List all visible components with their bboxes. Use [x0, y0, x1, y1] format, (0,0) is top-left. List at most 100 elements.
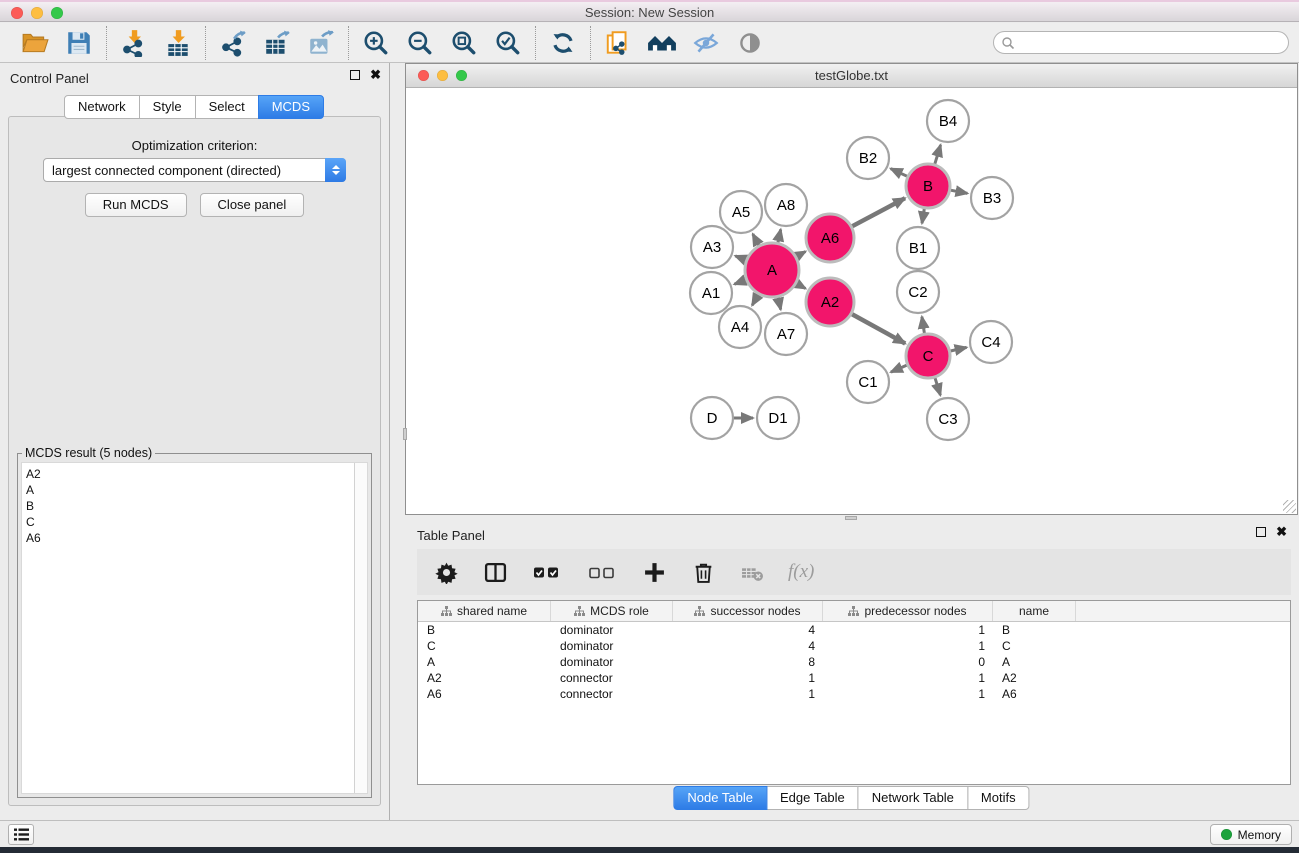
home-pages-button[interactable]	[646, 27, 678, 59]
run-mcds-button[interactable]: Run MCDS	[85, 193, 187, 217]
node-A7[interactable]: A7	[765, 313, 807, 355]
edge-A-A3[interactable]	[735, 256, 746, 260]
node-B[interactable]: B	[906, 164, 950, 208]
list-item[interactable]: B	[26, 498, 367, 514]
zoom-fit-button[interactable]	[448, 27, 480, 59]
edge-B-B3[interactable]	[951, 190, 968, 193]
vertical-split-handle[interactable]	[403, 428, 407, 440]
cell-predecessor-nodes[interactable]: 1	[823, 622, 993, 638]
list-item[interactable]: C	[26, 514, 367, 530]
node-C2[interactable]: C2	[897, 271, 939, 313]
zoom-out-button[interactable]	[404, 27, 436, 59]
import-table-button[interactable]	[162, 27, 194, 59]
show-graphics-details-button[interactable]	[734, 27, 766, 59]
delete-row-button[interactable]	[690, 559, 716, 585]
cell-mcds-role[interactable]: connector	[551, 670, 673, 686]
tab-network-table[interactable]: Network Table	[858, 786, 968, 810]
node-B1[interactable]: B1	[897, 227, 939, 269]
network-canvas[interactable]: B4B2BB3A8A5A6A3B1AC2A1A2A4A7C4CC1DD1C3	[406, 89, 1297, 515]
table-row[interactable]: C dominator 4 1 C	[418, 638, 1290, 654]
column-settings-button[interactable]	[433, 559, 459, 585]
cell-predecessor-nodes[interactable]: 1	[823, 638, 993, 654]
edge-A-A6[interactable]	[797, 252, 806, 257]
list-item[interactable]: A6	[26, 530, 367, 546]
node-A1[interactable]: A1	[690, 272, 732, 314]
column-header-successor-nodes[interactable]: successor nodes	[673, 601, 823, 621]
cell-shared-name[interactable]: A	[418, 654, 551, 670]
edge-A-A1[interactable]	[734, 280, 745, 284]
hide-graphics-details-button[interactable]	[690, 27, 722, 59]
edge-B-B1[interactable]	[922, 209, 924, 224]
cell-name[interactable]: C	[993, 638, 1076, 654]
column-header-predecessor-nodes[interactable]: predecessor nodes	[823, 601, 993, 621]
show-tasks-button[interactable]	[8, 824, 34, 845]
node-A4[interactable]: A4	[719, 306, 761, 348]
float-panel-icon[interactable]	[1256, 527, 1266, 537]
edge-C-C4[interactable]	[951, 347, 967, 351]
edge-C-C3[interactable]	[935, 378, 940, 395]
edge-A-A4[interactable]	[752, 294, 758, 305]
cell-name[interactable]: A	[993, 654, 1076, 670]
cell-mcds-role[interactable]: dominator	[551, 638, 673, 654]
cell-shared-name[interactable]: A2	[418, 670, 551, 686]
clone-network-button[interactable]	[602, 27, 634, 59]
edge-C-C1[interactable]	[891, 365, 907, 372]
criterion-select[interactable]: largest connected component (directed)	[43, 158, 346, 182]
cell-successor-nodes[interactable]: 1	[673, 670, 823, 686]
node-A[interactable]: A	[745, 243, 799, 297]
cell-name[interactable]: A6	[993, 686, 1076, 702]
column-header-mcds-role[interactable]: MCDS role	[551, 601, 673, 621]
zoom-in-button[interactable]	[360, 27, 392, 59]
node-D1[interactable]: D1	[757, 397, 799, 439]
close-panel-button[interactable]: Close panel	[200, 193, 305, 217]
import-network-button[interactable]	[118, 27, 150, 59]
close-panel-icon[interactable]: ✖	[1276, 527, 1287, 537]
cell-shared-name[interactable]: C	[418, 638, 551, 654]
edge-A-A7[interactable]	[778, 297, 781, 309]
list-item[interactable]: A2	[26, 466, 367, 482]
node-D[interactable]: D	[691, 397, 733, 439]
node-B4[interactable]: B4	[927, 100, 969, 142]
cell-successor-nodes[interactable]: 8	[673, 654, 823, 670]
tab-mcds[interactable]: MCDS	[258, 95, 324, 119]
select-all-button[interactable]	[531, 559, 563, 585]
tab-style[interactable]: Style	[139, 95, 196, 119]
zoom-selected-button[interactable]	[492, 27, 524, 59]
edge-B-B4[interactable]	[935, 145, 941, 164]
export-image-button[interactable]	[305, 27, 337, 59]
result-scrollbar[interactable]	[354, 463, 367, 793]
tab-motifs[interactable]: Motifs	[967, 786, 1030, 810]
window-resize-grip[interactable]	[1283, 500, 1296, 513]
cell-predecessor-nodes[interactable]: 1	[823, 686, 993, 702]
apply-layout-button[interactable]	[547, 27, 579, 59]
edge-C-C2[interactable]	[922, 317, 925, 334]
cell-successor-nodes[interactable]: 4	[673, 638, 823, 654]
close-panel-icon[interactable]: ✖	[370, 70, 381, 80]
export-table-button[interactable]	[261, 27, 293, 59]
node-C1[interactable]: C1	[847, 361, 889, 403]
search-input[interactable]	[1019, 34, 1288, 52]
tab-node-table[interactable]: Node Table	[673, 786, 767, 810]
node-B2[interactable]: B2	[847, 137, 889, 179]
edge-A6-B[interactable]	[852, 198, 905, 226]
edge-A-A2[interactable]	[797, 284, 806, 289]
mcds-result-list[interactable]: A2 A B C A6	[21, 462, 368, 794]
edge-A2-C[interactable]	[852, 314, 905, 343]
cell-name[interactable]: B	[993, 622, 1076, 638]
cell-predecessor-nodes[interactable]: 1	[823, 670, 993, 686]
cell-predecessor-nodes[interactable]: 0	[823, 654, 993, 670]
edge-A-A8[interactable]	[778, 229, 781, 242]
node-A6[interactable]: A6	[806, 214, 854, 262]
open-session-button[interactable]	[19, 27, 51, 59]
cell-mcds-role[interactable]: connector	[551, 686, 673, 702]
node-C[interactable]: C	[906, 334, 950, 378]
node-A2[interactable]: A2	[806, 278, 854, 326]
column-header-shared-name[interactable]: shared name	[418, 601, 551, 621]
add-row-button[interactable]	[641, 559, 667, 585]
node-C4[interactable]: C4	[970, 321, 1012, 363]
cell-shared-name[interactable]: B	[418, 622, 551, 638]
float-panel-icon[interactable]	[350, 70, 360, 80]
save-session-button[interactable]	[63, 27, 95, 59]
cell-successor-nodes[interactable]: 1	[673, 686, 823, 702]
edge-A-A5[interactable]	[753, 234, 759, 245]
